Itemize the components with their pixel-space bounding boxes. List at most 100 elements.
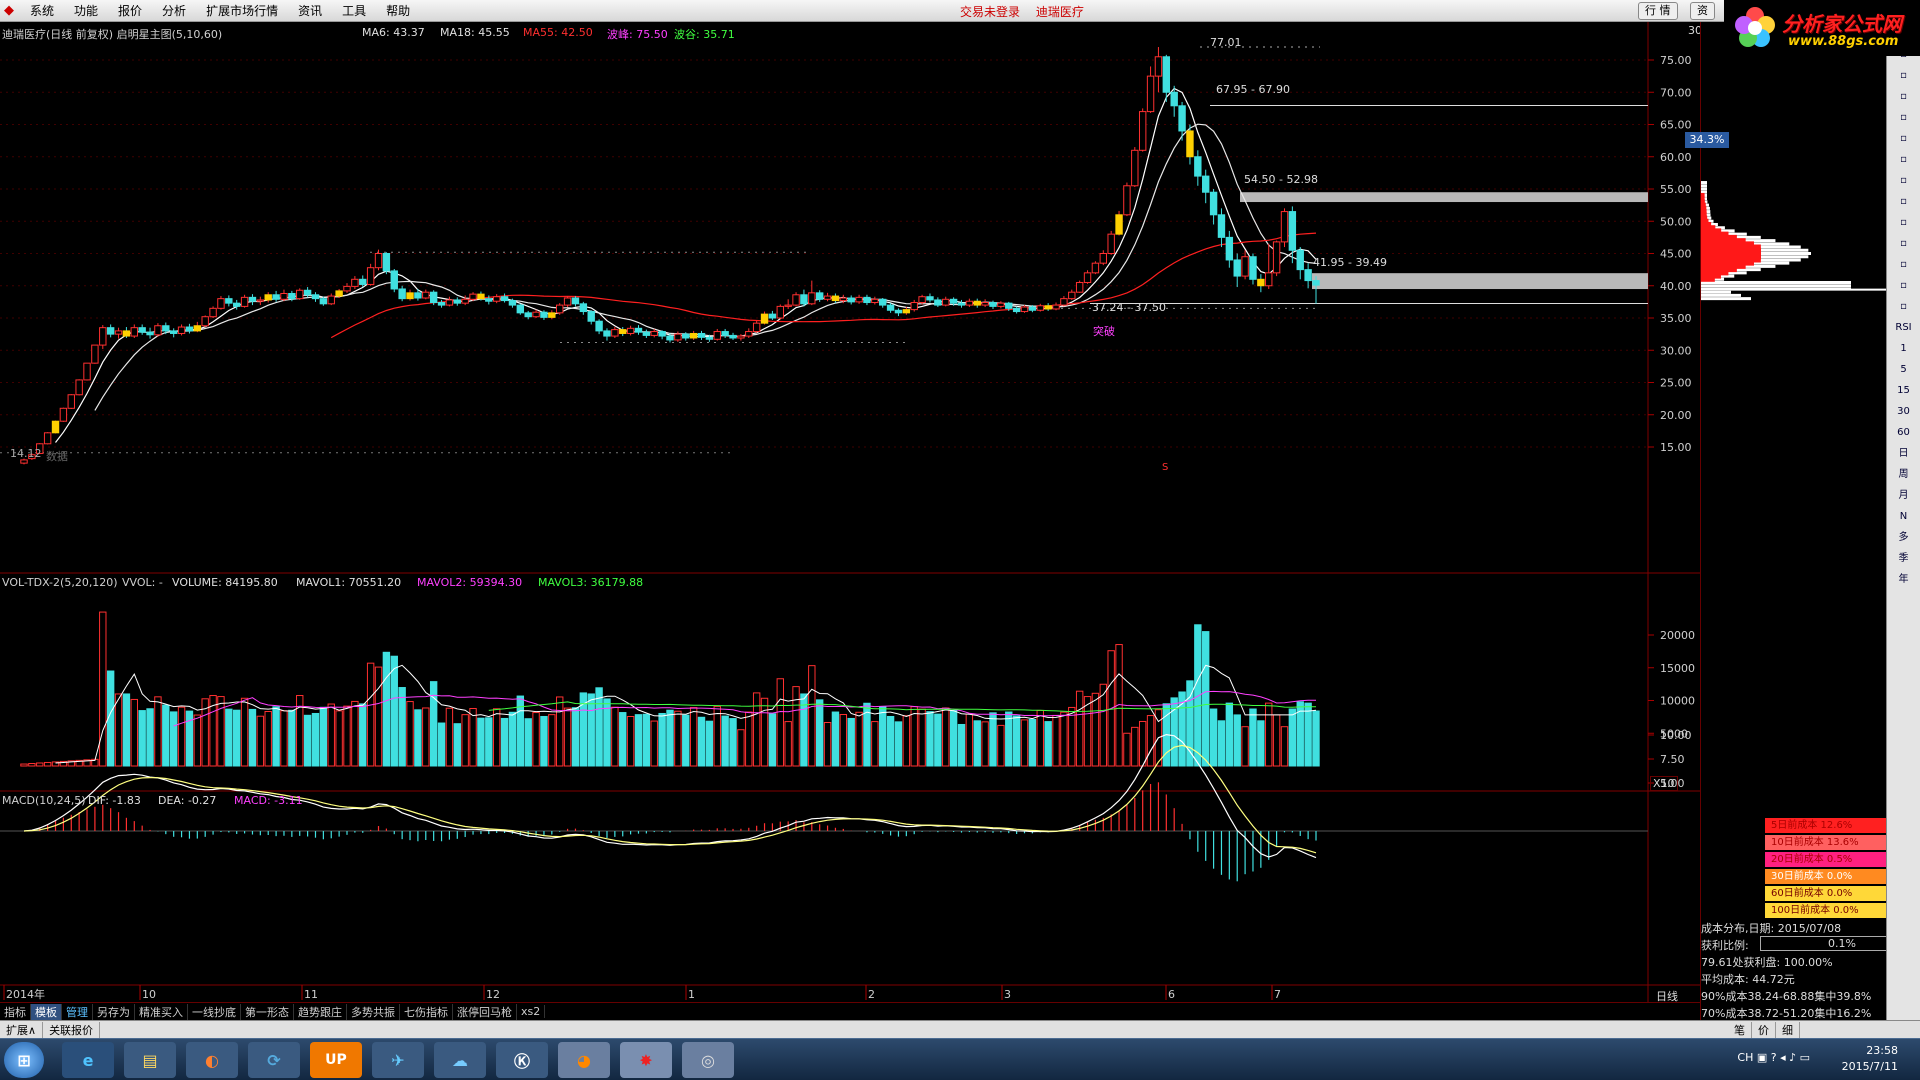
candle-body (776, 305, 784, 319)
period-button[interactable]: 5 (1893, 361, 1915, 379)
candle-body (414, 292, 422, 299)
menu-quote[interactable]: 报价 (108, 2, 152, 19)
indicator-tab[interactable]: 趋势跟庄 (294, 1003, 347, 1020)
tick-button[interactable]: 笔 (1728, 1021, 1752, 1038)
period-button[interactable]: 年 (1893, 571, 1915, 589)
indicator-tab[interactable]: 指标 (0, 1003, 31, 1020)
period-button[interactable]: N (1893, 508, 1915, 526)
indicator-tab[interactable]: 涨停回马枪 (453, 1003, 517, 1020)
volume-bar (737, 729, 745, 767)
app2-icon[interactable]: ⟳ (248, 1042, 300, 1078)
period-button[interactable]: 日 (1893, 445, 1915, 463)
menu-ext-market[interactable]: 扩展市场行情 (196, 2, 288, 19)
tool-icon[interactable]: ▫ (1893, 88, 1915, 106)
period-button[interactable]: RSI (1893, 319, 1915, 337)
volume-bar (1052, 714, 1060, 767)
tool-icon[interactable]: ▫ (1893, 151, 1915, 169)
indicator-tab[interactable]: 精准买入 (135, 1003, 188, 1020)
menu-tools[interactable]: 工具 (332, 2, 376, 19)
tool-icon[interactable]: ▫ (1893, 298, 1915, 316)
k-icon[interactable]: Ⓚ (496, 1042, 548, 1078)
candle-body (437, 302, 446, 306)
tool-icon[interactable]: ▫ (1893, 214, 1915, 232)
distribution-date: 成本分布,日期: 2015/07/08 (1701, 922, 1842, 935)
volume-bar (248, 708, 257, 767)
period-button[interactable]: 60 (1893, 424, 1915, 442)
system-tray[interactable]: CH ▣ ? ◂ ♪ ▭ (1737, 1051, 1810, 1064)
tool-icon[interactable]: ▫ (1893, 256, 1915, 274)
volume-bar (1202, 631, 1210, 767)
candle-body (1091, 262, 1100, 274)
period-button[interactable]: 周 (1893, 466, 1915, 484)
candle-body (272, 294, 280, 300)
period-button[interactable]: 1 (1893, 340, 1915, 358)
indicator-tab[interactable]: 多势共振 (347, 1003, 400, 1020)
app1-icon[interactable]: ◐ (186, 1042, 238, 1078)
ie-icon[interactable]: e (62, 1042, 114, 1078)
detail-button[interactable]: 细 (1776, 1021, 1800, 1038)
menu-help[interactable]: 帮助 (376, 2, 420, 19)
candle-body (965, 300, 974, 306)
linked-quote[interactable]: 关联报价 (43, 1021, 101, 1038)
kline-chart[interactable]: 75.00 70.00 65.00 60.00 55.00 50.00 45.00 40.00… (0, 22, 1700, 1002)
volume-bar (729, 718, 737, 767)
menu-analysis[interactable]: 分析 (152, 2, 196, 19)
indicator-tab[interactable]: 管理 (62, 1003, 93, 1020)
candle-body (839, 297, 848, 302)
volume-bar (910, 706, 918, 767)
news-button[interactable]: 资 (1690, 2, 1715, 20)
candle-body (556, 304, 564, 314)
menu-news[interactable]: 资讯 (288, 2, 332, 19)
start-button[interactable]: ⊞ (4, 1042, 44, 1078)
period-button[interactable]: 30 (1893, 403, 1915, 421)
tool-icon[interactable]: ▫ (1893, 130, 1915, 148)
period-button[interactable]: 15 (1893, 382, 1915, 400)
indicator-tab[interactable]: 第一形态 (241, 1003, 294, 1020)
trade-login-status[interactable]: 交易未登录 (960, 5, 1020, 19)
period-button[interactable]: 季 (1893, 550, 1915, 568)
candle-body (682, 333, 690, 339)
volume-bar (682, 714, 690, 767)
ma6-value: MA6: 43.37 (362, 26, 425, 39)
menu-system[interactable]: 系统 (20, 2, 64, 19)
stock-app-icon[interactable]: ✸ (620, 1042, 672, 1078)
app3-icon[interactable]: ◕ (558, 1042, 610, 1078)
tool-icon[interactable]: ▫ (1893, 67, 1915, 85)
tool-icon[interactable]: ▫ (1893, 277, 1915, 295)
indicator-tab[interactable]: 七伤指标 (400, 1003, 453, 1020)
volume-bar (957, 723, 966, 767)
volume-bar (1068, 706, 1076, 767)
candle-body (1178, 105, 1186, 132)
tool-icon[interactable]: ▫ (1893, 235, 1915, 253)
clock[interactable]: 23:58 2015/7/11 (1842, 1043, 1898, 1075)
price-button[interactable]: 价 (1752, 1021, 1776, 1038)
tool-icon[interactable]: ▫ (1893, 172, 1915, 190)
candle-body (138, 327, 146, 333)
explorer-icon[interactable]: ▤ (124, 1042, 176, 1078)
indicator-tab[interactable]: xs2 (517, 1005, 546, 1018)
tool-icon[interactable]: ▫ (1893, 109, 1915, 127)
period-button[interactable]: 月 (1893, 487, 1915, 505)
volume-bar (390, 655, 398, 767)
chart-area[interactable]: 75.00 70.00 65.00 60.00 55.00 50.00 45.00 40.00… (0, 22, 1709, 1042)
indicator-tab[interactable]: 一线抄底 (188, 1003, 241, 1020)
cloud-icon[interactable]: ☁ (434, 1042, 486, 1078)
tool-icon[interactable]: ▫ (1893, 193, 1915, 211)
up-icon[interactable]: UP (310, 1042, 362, 1078)
volume-bar (461, 714, 469, 767)
volume-bar (43, 761, 52, 767)
bird-icon[interactable]: ✈ (372, 1042, 424, 1078)
volume-bar (327, 703, 335, 767)
indicator-tab[interactable]: 模板 (31, 1003, 62, 1020)
indicator-tab[interactable]: 另存为 (93, 1003, 135, 1020)
window-title: 交易未登录 迪瑞医疗 (960, 3, 1096, 20)
volume-bar (839, 714, 848, 767)
quote-button[interactable]: 行 情 (1638, 2, 1678, 20)
expand-toggle[interactable]: 扩展∧ (0, 1021, 44, 1038)
app4-icon[interactable]: ◎ (682, 1042, 734, 1078)
brand-url: www.88gs.com (1788, 34, 1899, 49)
period-button[interactable]: 多 (1893, 529, 1915, 547)
menu-function[interactable]: 功能 (64, 2, 108, 19)
candle-body (508, 300, 517, 306)
ime-indicator[interactable]: CH (1737, 1051, 1753, 1064)
